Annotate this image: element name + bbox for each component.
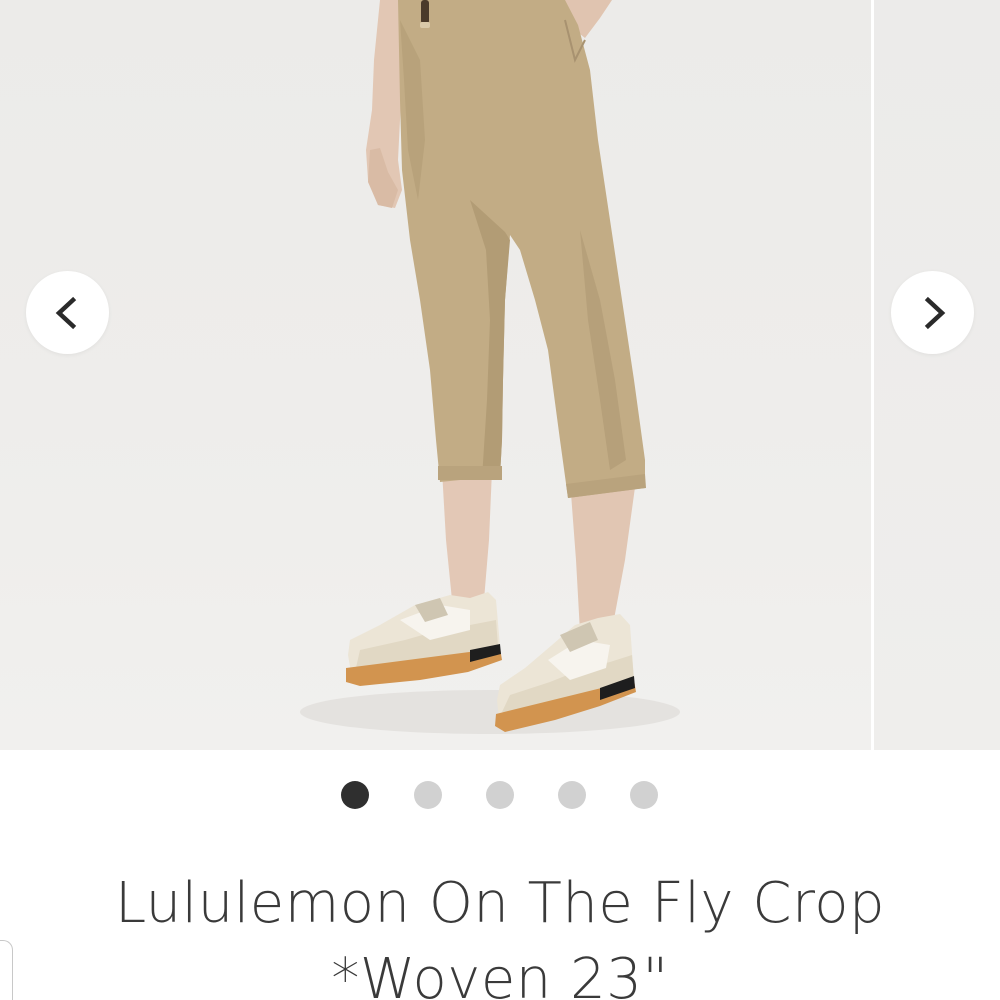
next-image-slide-peek [874,0,1000,750]
pagination-dot-5[interactable] [630,781,658,809]
chevron-left-icon [55,296,76,329]
pagination-dot-2[interactable] [414,781,442,809]
pagination-dot-4[interactable] [558,781,586,809]
carousel-pagination [0,780,1000,810]
pagination-dot-3[interactable] [486,781,514,809]
product-title: Lululemon On The Fly Crop *Woven 23" [0,866,1000,1000]
chevron-right-icon [924,296,945,329]
product-image-carousel[interactable] [0,0,1000,750]
next-image-button[interactable] [891,271,974,354]
pagination-dot-1[interactable] [341,781,369,809]
product-photo [300,0,680,734]
previous-image-button[interactable] [26,271,109,354]
product-title-line-2: *Woven 23" [331,947,669,1000]
product-title-line-1: Lululemon On The Fly Crop [114,871,886,936]
side-tab[interactable] [0,940,13,1000]
product-page: Lululemon On The Fly Crop *Woven 23" [0,0,1000,1000]
